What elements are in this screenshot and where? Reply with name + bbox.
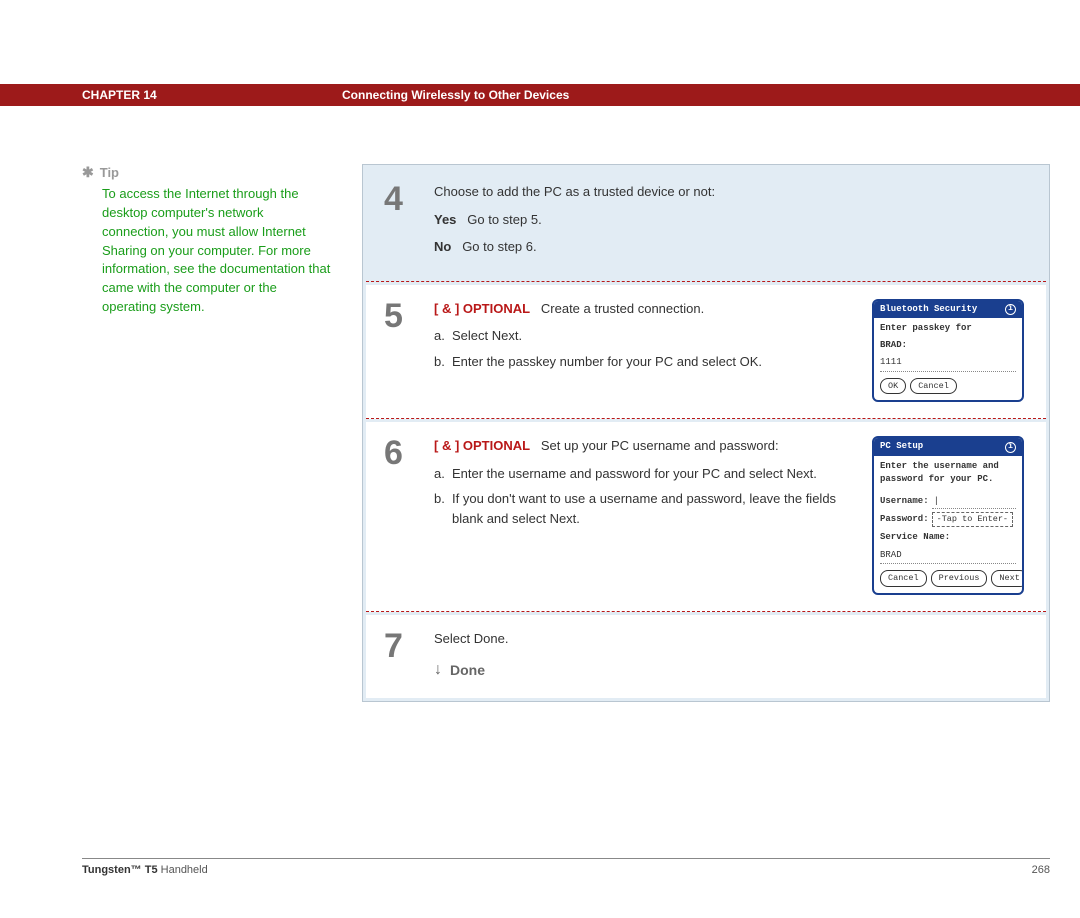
info-icon: i xyxy=(1005,304,1016,315)
no-label: No xyxy=(434,239,451,254)
password-label: Password: xyxy=(880,513,929,527)
letter-a: a. xyxy=(434,326,452,346)
password-row: Password: -Tap to Enter- xyxy=(880,512,1016,527)
product-name: Tungsten™ T5 xyxy=(82,864,158,876)
step-number: 4 xyxy=(384,182,434,265)
passkey-input[interactable]: 1111 xyxy=(880,355,1016,372)
dialog-title-bar: Bluetooth Security i xyxy=(874,301,1022,319)
step-7: 7 Select Done. ↓ Done xyxy=(366,615,1046,699)
step6-screenshot: PC Setup i Enter the username and passwo… xyxy=(868,436,1028,595)
step5-lead-text: Create a trusted connection. xyxy=(541,301,704,316)
step5-screenshot: Bluetooth Security i Enter passkey for B… xyxy=(868,299,1028,403)
step6-lead: [ & ] OPTIONAL Set up your PC username a… xyxy=(434,436,844,456)
page-number: 268 xyxy=(1032,864,1050,876)
step6-b: b. If you don't want to use a username a… xyxy=(434,489,844,528)
dialog-body: Enter the username and password for your… xyxy=(874,456,1022,593)
dialog-body: Enter passkey for BRAD: 1111 OK Cancel xyxy=(874,318,1022,400)
ok-button[interactable]: OK xyxy=(880,378,906,395)
step-body: [ & ] OPTIONAL Set up your PC username a… xyxy=(434,436,1028,595)
setup-prompt: Enter the username and password for your… xyxy=(880,460,1016,487)
sidebar: ✱ Tip To access the Internet through the… xyxy=(82,164,332,702)
step-number: 5 xyxy=(384,299,434,403)
step5-a-text: Select Next. xyxy=(452,326,844,346)
step6-b-text: If you don't want to use a username and … xyxy=(452,489,844,528)
passkey-prompt-1: Enter passkey for xyxy=(880,322,1016,336)
bluetooth-security-dialog: Bluetooth Security i Enter passkey for B… xyxy=(872,299,1024,403)
step6-a: a. Enter the username and password for y… xyxy=(434,464,844,484)
yes-label: Yes xyxy=(434,212,456,227)
username-input[interactable]: | xyxy=(932,495,1016,510)
optional-tag: [ & ] OPTIONAL xyxy=(434,438,530,453)
no-text: Go to step 6. xyxy=(462,239,536,254)
step6-a-text: Enter the username and password for your… xyxy=(452,464,844,484)
step7-text: Select Done. xyxy=(434,629,1028,649)
step-number: 6 xyxy=(384,436,434,595)
step-body: Choose to add the PC as a trusted device… xyxy=(434,182,1028,265)
pc-setup-dialog: PC Setup i Enter the username and passwo… xyxy=(872,436,1024,595)
step5-a: a. Select Next. xyxy=(434,326,844,346)
done-label: Done xyxy=(450,660,485,681)
step4-yes: Yes Go to step 5. xyxy=(434,210,1028,230)
step-5: 5 [ & ] OPTIONAL Create a trusted connec… xyxy=(366,285,1046,420)
dialog-buttons: Cancel Previous Next xyxy=(880,570,1016,587)
page-footer: Tungsten™ T5 Handheld 268 xyxy=(82,858,1050,876)
letter-b: b. xyxy=(434,352,452,372)
chapter-header: CHAPTER 14 Connecting Wirelessly to Othe… xyxy=(0,84,1080,106)
previous-button[interactable]: Previous xyxy=(931,570,988,587)
cancel-button[interactable]: Cancel xyxy=(880,570,927,587)
asterisk-icon: ✱ xyxy=(82,164,94,181)
letter-b: b. xyxy=(434,489,452,528)
cancel-button[interactable]: Cancel xyxy=(910,378,957,395)
username-label: Username: xyxy=(880,495,929,509)
yes-text: Go to step 5. xyxy=(467,212,541,227)
step6-lead-text: Set up your PC username and password: xyxy=(541,438,779,453)
step6-text: [ & ] OPTIONAL Set up your PC username a… xyxy=(434,436,844,595)
service-value: BRAD xyxy=(880,548,1016,565)
next-button[interactable]: Next xyxy=(991,570,1024,587)
step5-sublist: a. Select Next. b. Enter the passkey num… xyxy=(434,326,844,371)
step-4: 4 Choose to add the PC as a trusted devi… xyxy=(366,168,1046,282)
chapter-label: CHAPTER 14 xyxy=(82,88,342,102)
optional-tag: [ & ] OPTIONAL xyxy=(434,301,530,316)
product-type: Handheld xyxy=(158,864,208,876)
letter-a: a. xyxy=(434,464,452,484)
footer-product: Tungsten™ T5 Handheld xyxy=(82,864,208,876)
service-label: Service Name: xyxy=(880,531,1016,545)
content: ✱ Tip To access the Internet through the… xyxy=(0,106,1080,702)
chapter-title: Connecting Wirelessly to Other Devices xyxy=(342,88,569,102)
dialog-title-bar: PC Setup i xyxy=(874,438,1022,456)
step4-intro: Choose to add the PC as a trusted device… xyxy=(434,182,1028,202)
tip-label: Tip xyxy=(100,165,119,180)
step5-text: [ & ] OPTIONAL Create a trusted connecti… xyxy=(434,299,844,403)
step-6: 6 [ & ] OPTIONAL Set up your PC username… xyxy=(366,422,1046,612)
done-row: ↓ Done xyxy=(434,658,1028,682)
step5-lead: [ & ] OPTIONAL Create a trusted connecti… xyxy=(434,299,844,319)
steps-panel: 4 Choose to add the PC as a trusted devi… xyxy=(362,164,1050,702)
step-body: Select Done. ↓ Done xyxy=(434,629,1028,683)
tip-body: To access the Internet through the deskt… xyxy=(82,185,332,317)
passkey-prompt-2: BRAD: xyxy=(880,339,1016,353)
tip-heading: ✱ Tip xyxy=(82,164,332,181)
step-body: [ & ] OPTIONAL Create a trusted connecti… xyxy=(434,299,1028,403)
username-row: Username: | xyxy=(880,495,1016,510)
arrow-down-icon: ↓ xyxy=(434,658,442,682)
step4-no: No Go to step 6. xyxy=(434,237,1028,257)
password-input[interactable]: -Tap to Enter- xyxy=(932,512,1013,527)
info-icon: i xyxy=(1005,442,1016,453)
dialog-title: Bluetooth Security xyxy=(880,303,977,317)
step5-b-text: Enter the passkey number for your PC and… xyxy=(452,352,844,372)
dialog-buttons: OK Cancel xyxy=(880,378,1016,395)
step5-b: b. Enter the passkey number for your PC … xyxy=(434,352,844,372)
dialog-title: PC Setup xyxy=(880,440,923,454)
step-number: 7 xyxy=(384,629,434,683)
step6-sublist: a. Enter the username and password for y… xyxy=(434,464,844,529)
